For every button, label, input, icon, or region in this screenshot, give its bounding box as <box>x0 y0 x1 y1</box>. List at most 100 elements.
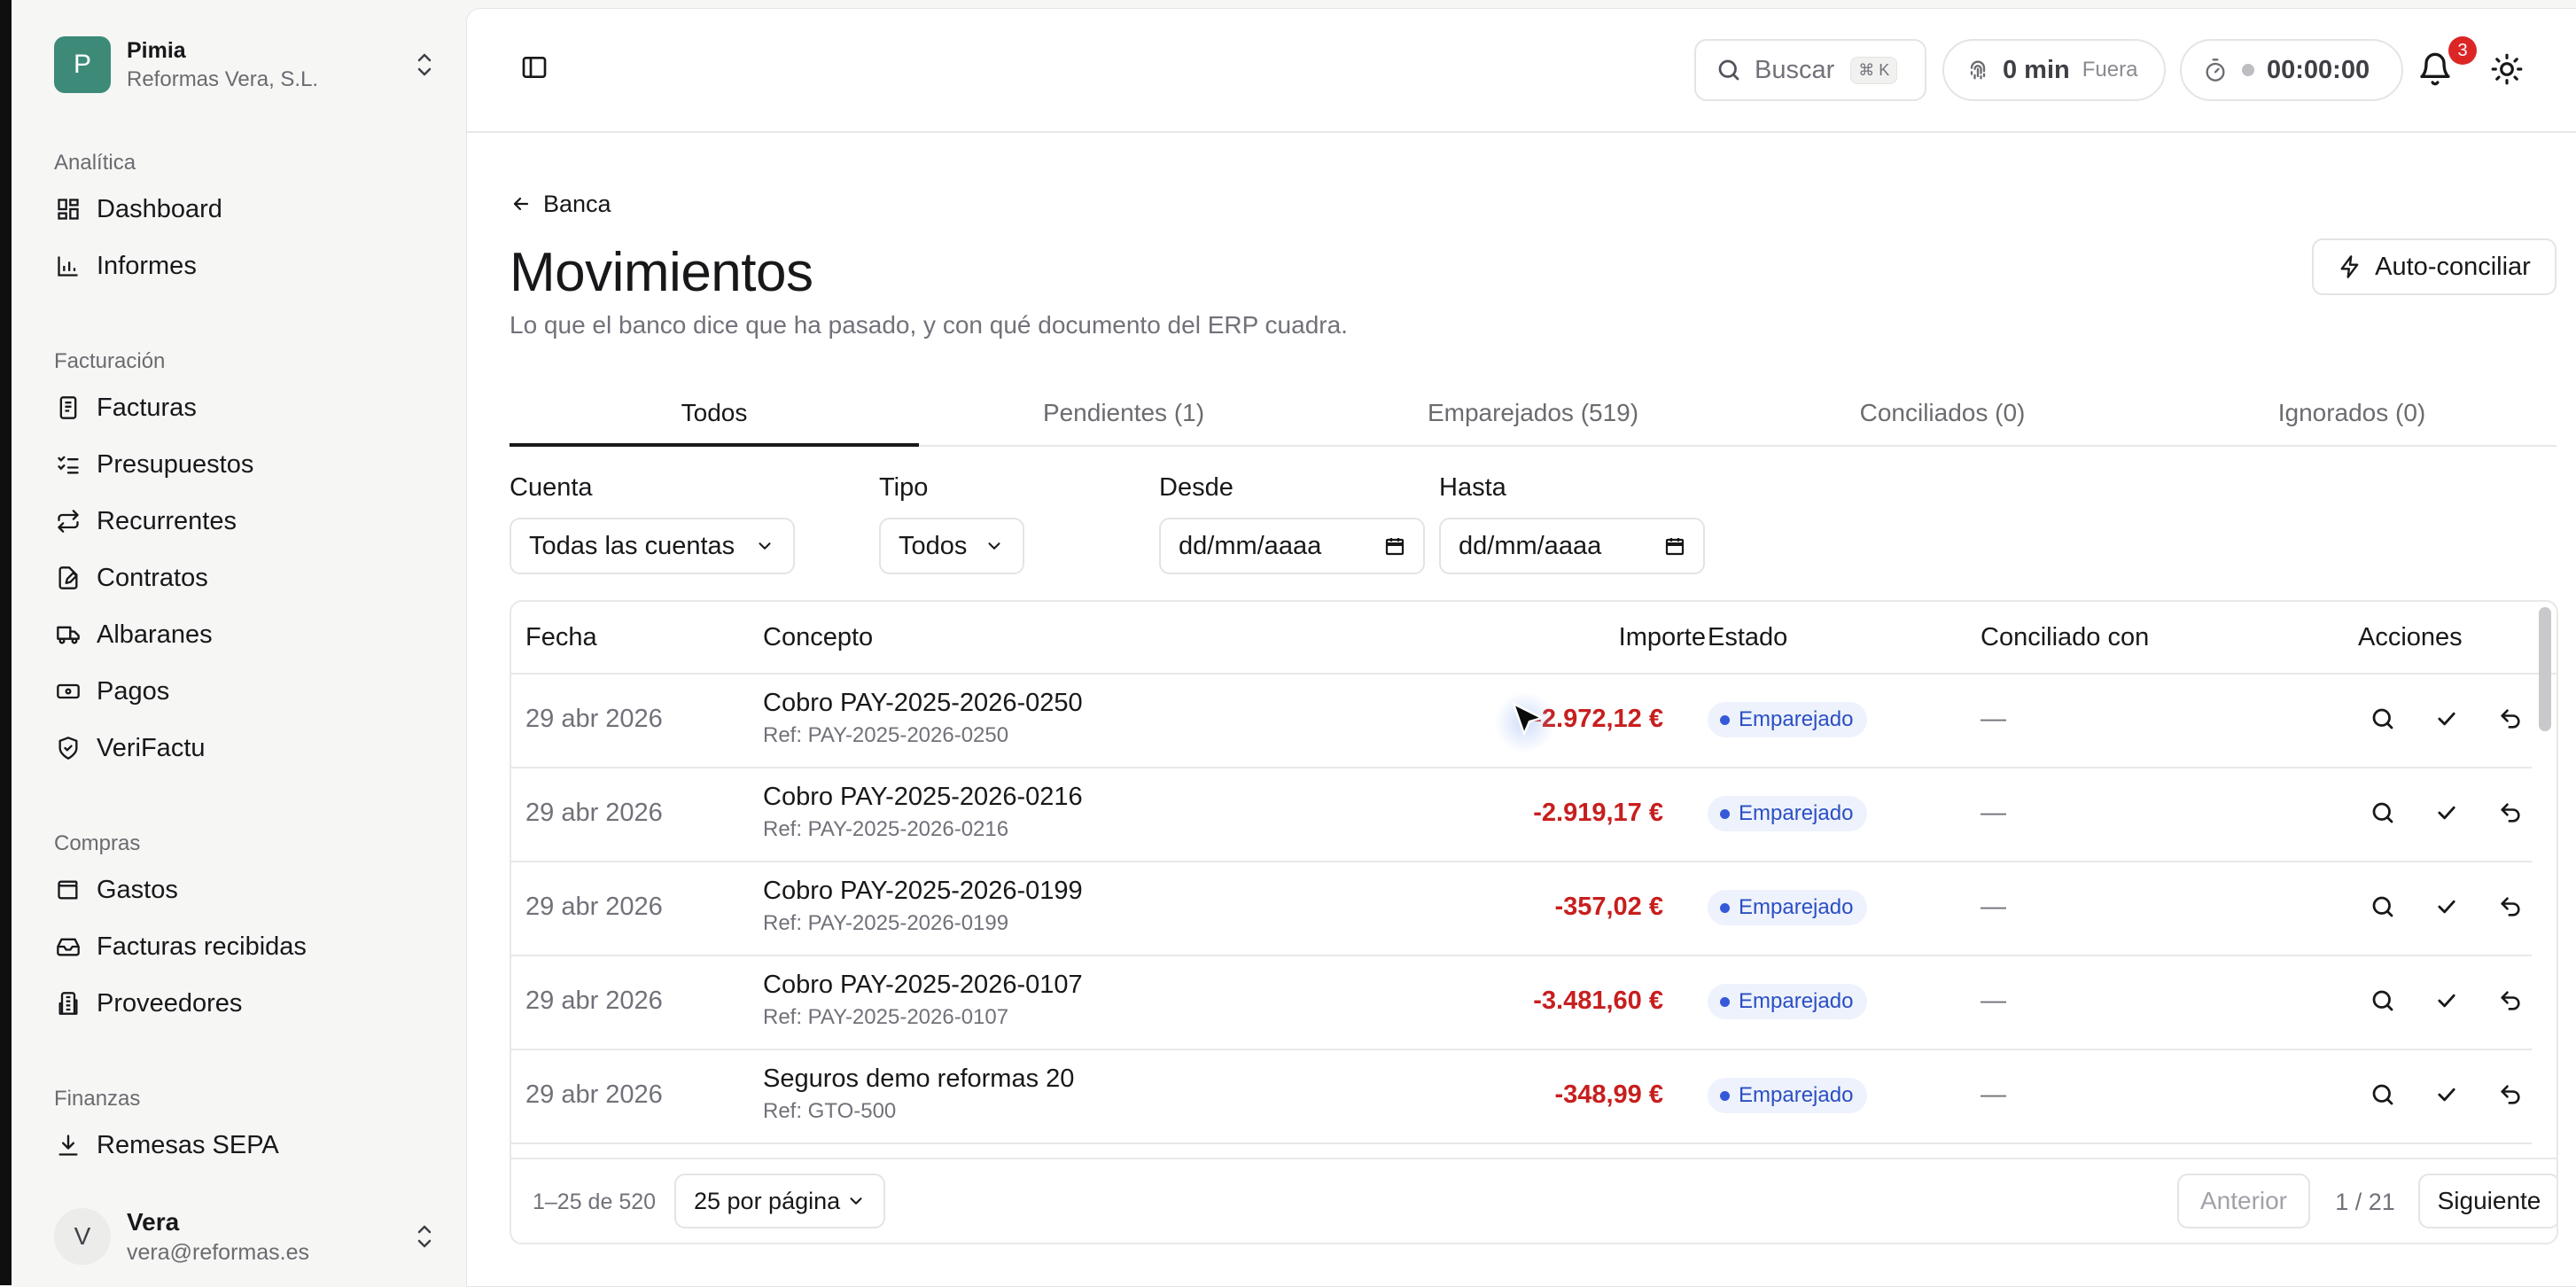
tab-ignorados[interactable]: Ignorados (0) <box>2147 388 2557 445</box>
filter-label: Tipo <box>879 473 929 502</box>
sidebar-item-verifactu[interactable]: VeriFactu <box>54 720 253 776</box>
sidebar-item-proveedores[interactable]: Proveedores <box>54 975 307 1032</box>
sidebar-item-label: Facturas <box>97 393 197 422</box>
tab-emparejados[interactable]: Emparejados (519) <box>1328 388 1738 445</box>
row-amount: -3.481,60 € <box>1533 987 1663 1015</box>
row-date: 29 abr 2026 <box>525 799 663 827</box>
main-content: Buscar ⌘ K 0 min Fuera 00:00:00 3 Banca … <box>466 8 2576 1287</box>
search-icon[interactable] <box>2369 987 2397 1015</box>
sidebar-item-remesas-sepa[interactable]: Remesas SEPA <box>54 1117 279 1174</box>
stopwatch-icon <box>2203 58 2228 82</box>
row-amount: -348,99 € <box>1554 1080 1663 1109</box>
account-select[interactable]: Todas las cuentas <box>510 518 795 574</box>
next-page-button[interactable]: Siguiente <box>2418 1174 2557 1228</box>
check-icon[interactable] <box>2432 799 2461 827</box>
sidebar-item-dashboard[interactable]: Dashboard <box>54 181 222 238</box>
dashboard-icon <box>54 195 82 223</box>
sidebar-item-recurrentes[interactable]: Recurrentes <box>54 493 253 550</box>
table-row[interactable]: 29 abr 2026 Cobro PAY-2025-2026-0216 Ref:… <box>511 767 2532 862</box>
sidebar-item-label: Albaranes <box>97 620 213 649</box>
row-reconciled: — <box>1981 705 2006 733</box>
from-date-input[interactable]: dd/mm/aaaa <box>1159 518 1425 574</box>
row-ref: Ref: PAY-2025-2026-0216 <box>763 817 1009 841</box>
tab-pendientes[interactable]: Pendientes (1) <box>919 388 1328 445</box>
check-icon[interactable] <box>2432 1080 2461 1109</box>
undo-icon[interactable] <box>2496 705 2525 733</box>
list-checks-icon <box>54 450 82 479</box>
bar-chart-icon <box>54 252 82 280</box>
status-badge: Emparejado <box>1708 1078 1868 1113</box>
building-icon <box>54 989 82 1018</box>
previous-page-button[interactable]: Anterior <box>2177 1174 2310 1228</box>
sidebar-item-facturas-recibidas[interactable]: Facturas recibidas <box>54 918 307 975</box>
tab-todos[interactable]: Todos <box>510 388 919 447</box>
sidebar-item-label: Informes <box>97 251 197 280</box>
sidebar-item-informes[interactable]: Informes <box>54 238 222 294</box>
column-header-fecha[interactable]: Fecha <box>525 602 597 673</box>
notification-badge: 3 <box>2448 36 2477 65</box>
sun-icon[interactable] <box>2489 51 2525 87</box>
sidebar-item-label: Dashboard <box>97 194 222 223</box>
calendar-icon[interactable] <box>1664 535 1685 557</box>
column-header-concepto[interactable]: Concepto <box>763 602 873 673</box>
nav-group-compras: Compras Gastos Facturas recibidas Provee… <box>54 826 307 1032</box>
to-date-input[interactable]: dd/mm/aaaa <box>1439 518 1705 574</box>
sidebar-item-contratos[interactable]: Contratos <box>54 550 253 606</box>
nav-group-title: Analítica <box>54 151 136 175</box>
search-icon[interactable] <box>2369 705 2397 733</box>
tab-conciliados[interactable]: Conciliados (0) <box>1738 388 2147 445</box>
sidebar-item-label: Presupuestos <box>97 449 254 479</box>
back-link[interactable]: Banca <box>510 186 611 222</box>
check-icon[interactable] <box>2432 893 2461 921</box>
check-icon[interactable] <box>2432 987 2461 1015</box>
undo-icon[interactable] <box>2496 893 2525 921</box>
check-icon[interactable] <box>2432 705 2461 733</box>
calendar-icon[interactable] <box>1384 535 1405 557</box>
row-ref: Ref: PAY-2025-2026-0250 <box>763 723 1009 747</box>
sidebar-item-presupuestos[interactable]: Presupuestos <box>54 436 253 493</box>
column-header-importe[interactable]: Importe <box>1619 602 1706 673</box>
sidebar-toggle-icon[interactable] <box>520 53 549 82</box>
table-row[interactable]: 29 abr 2026 Seguros demo reformas 20 Ref:… <box>511 1049 2532 1144</box>
undo-icon[interactable] <box>2496 1080 2525 1109</box>
row-date: 29 abr 2026 <box>525 893 663 921</box>
file-text-icon <box>54 394 82 422</box>
presence-pill[interactable]: 0 min Fuera <box>1942 39 2166 101</box>
undo-icon[interactable] <box>2496 987 2525 1015</box>
per-page-select[interactable]: 25 por página <box>674 1174 885 1228</box>
auto-reconcile-button[interactable]: Auto-conciliar <box>2312 238 2557 295</box>
table-row[interactable]: 29 abr 2026 Cobro PAY-2025-2026-0199 Ref:… <box>511 861 2532 956</box>
sidebar-item-label: Remesas SEPA <box>97 1130 279 1159</box>
filter-from: Desde dd/mm/aaaa <box>1159 473 1425 574</box>
row-date: 29 abr 2026 <box>525 1080 663 1109</box>
truck-icon <box>54 620 82 649</box>
undo-icon[interactable] <box>2496 799 2525 827</box>
fingerprint-icon <box>1965 58 1990 82</box>
file-pen-icon <box>54 564 82 592</box>
timer-pill[interactable]: 00:00:00 <box>2180 39 2403 101</box>
search-icon[interactable] <box>2369 893 2397 921</box>
search-icon[interactable] <box>2369 1080 2397 1109</box>
status-badge: Emparejado <box>1708 890 1868 925</box>
search-button[interactable]: Buscar ⌘ K <box>1694 39 1926 101</box>
repeat-icon <box>54 507 82 535</box>
sidebar-item-pagos[interactable]: Pagos <box>54 663 253 720</box>
table-scrollbar[interactable] <box>2539 607 2551 731</box>
sidebar-item-albaranes[interactable]: Albaranes <box>54 606 253 663</box>
nav-group-finanzas: Finanzas Remesas SEPA <box>54 1081 279 1174</box>
row-date: 29 abr 2026 <box>525 987 663 1015</box>
sidebar-item-gastos[interactable]: Gastos <box>54 862 307 918</box>
table-row[interactable]: 29 abr 2026 Cobro PAY-2025-2026-0107 Ref:… <box>511 955 2532 1050</box>
download-icon <box>54 1131 82 1159</box>
sidebar-item-facturas[interactable]: Facturas <box>54 379 253 436</box>
search-icon[interactable] <box>2369 799 2397 827</box>
user-menu[interactable]: V Vera vera@reformas.es <box>54 1201 437 1272</box>
type-select[interactable]: Todos <box>879 518 1024 574</box>
org-switcher[interactable]: P Pimia Reformas Vera, S.L. <box>54 35 437 95</box>
sidebar-item-label: Gastos <box>97 875 178 904</box>
column-header-conciliado: Conciliado con <box>1981 623 2150 651</box>
sidebar-item-label: VeriFactu <box>97 733 206 762</box>
column-header-estado[interactable]: Estado <box>1708 602 1787 673</box>
row-reconciled: — <box>1981 987 2006 1015</box>
sidebar-item-label: Recurrentes <box>97 506 237 535</box>
